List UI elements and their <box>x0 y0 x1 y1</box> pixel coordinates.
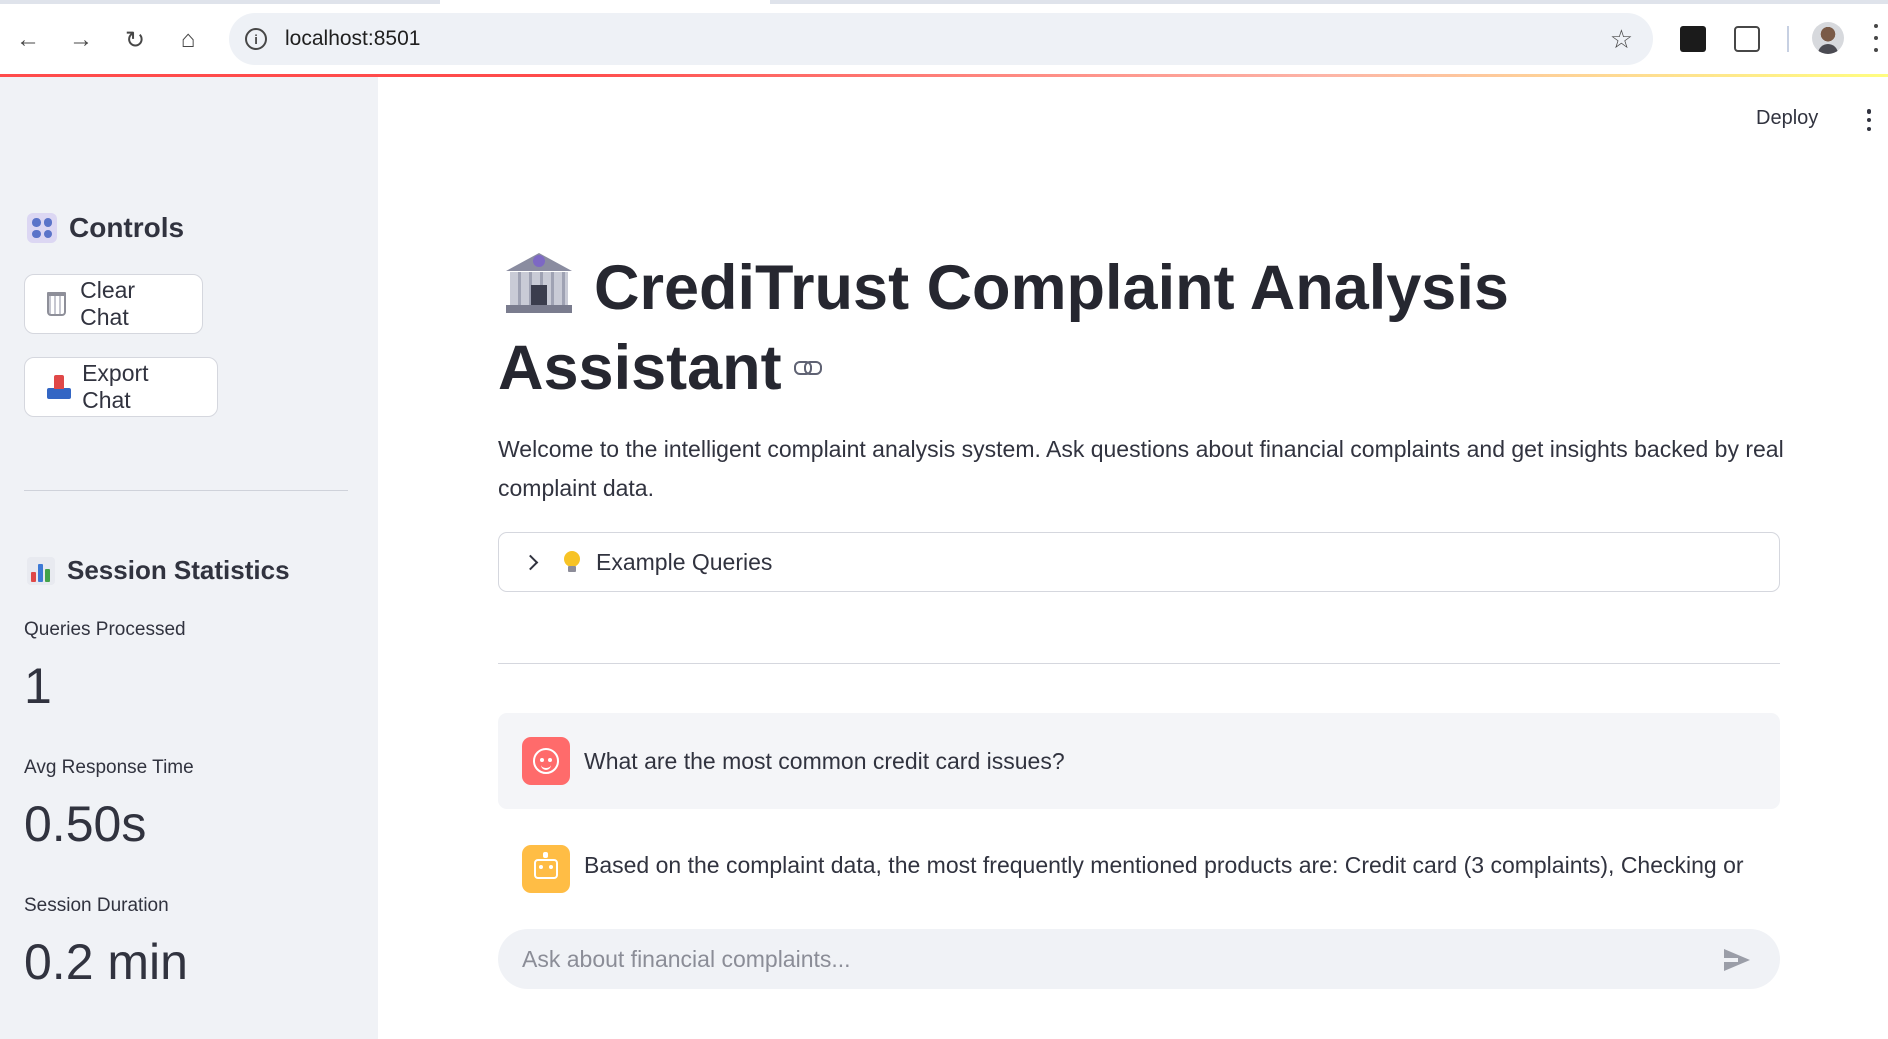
profile-avatar[interactable] <box>1812 22 1844 54</box>
page-title-line2: Assistant <box>498 333 782 403</box>
metric-value-session-duration: 0.2 min <box>24 934 188 990</box>
address-url[interactable]: localhost:8501 <box>285 27 420 51</box>
reload-button[interactable]: ↻ <box>117 22 153 58</box>
example-queries-label: Example Queries <box>596 548 773 575</box>
user-avatar-icon <box>522 737 570 785</box>
browser-menu-icon[interactable] <box>1870 22 1882 54</box>
chat-input-box[interactable] <box>498 929 1780 989</box>
browser-toolbar: ← → ↻ ⌂ i localhost:8501 ☆ <box>0 0 1888 76</box>
page-title: CrediTrust Complaint Analysis Assistant <box>498 248 1598 408</box>
inbox-tray-icon <box>47 375 72 399</box>
send-icon[interactable] <box>1724 949 1750 971</box>
assistant-avatar-icon <box>522 845 570 893</box>
chat-input[interactable] <box>522 945 1672 973</box>
wastebasket-icon <box>47 292 67 316</box>
bookmark-star-icon[interactable]: ☆ <box>1610 24 1633 55</box>
metric-value-response-time: 0.50s <box>24 796 147 852</box>
export-chat-button[interactable]: Export Chat <box>24 357 218 417</box>
extensions-puzzle-icon[interactable] <box>1734 26 1760 52</box>
site-info-icon[interactable]: i <box>245 28 267 50</box>
extension-icon[interactable] <box>1680 26 1706 52</box>
clear-chat-label: Clear Chat <box>80 277 136 330</box>
controls-heading-text: Controls <box>69 212 185 243</box>
bar-chart-icon <box>27 556 55 585</box>
deploy-button[interactable]: Deploy <box>1756 107 1818 130</box>
assistant-message: Based on the complaint data, the most fr… <box>498 827 1780 911</box>
page-title-line1: CrediTrust Complaint Analysis <box>594 253 1509 323</box>
home-button[interactable]: ⌂ <box>170 22 206 58</box>
control-knobs-icon <box>27 213 57 243</box>
export-chat-label: Export Chat <box>82 360 149 413</box>
metric-label-session-duration: Session Duration <box>24 895 169 916</box>
metric-label-queries: Queries Processed <box>24 619 186 640</box>
tab-strip <box>0 0 1888 4</box>
user-message: What are the most common credit card iss… <box>498 713 1780 809</box>
session-statistics-text: Session Statistics <box>67 555 290 585</box>
light-bulb-icon <box>564 551 580 573</box>
sidebar-divider <box>24 490 348 491</box>
bank-icon <box>506 253 572 313</box>
controls-heading: Controls <box>27 212 184 244</box>
assistant-message-text: Based on the complaint data, the most fr… <box>584 852 1744 878</box>
metric-value-queries: 1 <box>24 658 52 714</box>
metric-label-response-time: Avg Response Time <box>24 757 194 778</box>
main-content: Deploy CrediTrust Complaint Analysis Ass… <box>378 77 1888 1039</box>
chevron-right-icon <box>522 554 539 570</box>
address-bar[interactable]: i localhost:8501 ☆ <box>229 13 1653 65</box>
intro-text: Welcome to the intelligent complaint ana… <box>498 436 1784 501</box>
forward-button[interactable]: → <box>63 22 99 58</box>
sidebar: Controls Clear Chat Export Chat Session … <box>0 77 378 1039</box>
session-statistics-heading: Session Statistics <box>27 555 290 586</box>
back-button[interactable]: ← <box>10 22 46 58</box>
user-message-text: What are the most common credit card iss… <box>584 748 1065 774</box>
clear-chat-button[interactable]: Clear Chat <box>24 274 203 334</box>
example-queries-expander[interactable]: Example Queries <box>498 532 1780 592</box>
app-menu-icon[interactable] <box>1865 109 1873 131</box>
anchor-link-icon[interactable] <box>793 361 822 376</box>
toolbar-separator <box>1787 26 1789 52</box>
content-divider <box>498 663 1780 664</box>
